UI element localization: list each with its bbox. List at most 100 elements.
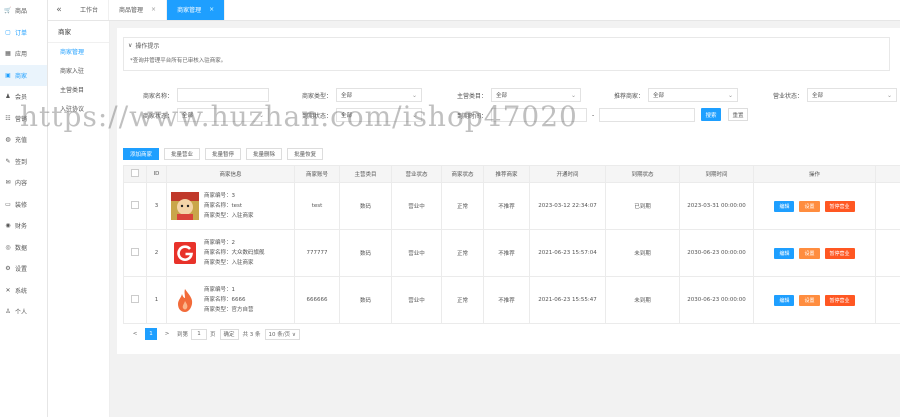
- business-status-select[interactable]: 全部 ⌄: [807, 88, 897, 102]
- merchant-name: 商家名称：6666: [204, 297, 246, 303]
- merchant-table: ID 商家信息 商家账号 主营类目 营业状态 商家状态 推荐商家 开通时间 到期…: [123, 165, 900, 324]
- merchant-status-select[interactable]: 全部 ⌄: [177, 108, 269, 122]
- pause-business-button[interactable]: 暂停营业: [824, 294, 855, 306]
- merchant-no: 商家编号：1: [204, 287, 235, 293]
- nav-item-system[interactable]: ✕ 系统: [0, 280, 47, 302]
- prev-page-icon[interactable]: <: [129, 328, 141, 340]
- tab-goods-manage[interactable]: 商品管理 ×: [109, 0, 168, 20]
- col-id[interactable]: ID: [146, 165, 167, 183]
- merchant-name: 商家名称：test: [204, 203, 243, 209]
- cell-category: 数码: [339, 182, 392, 230]
- per-page-select[interactable]: 10 条/页 ∨: [264, 328, 300, 340]
- edit-button[interactable]: 编辑: [774, 294, 795, 306]
- cell-id: 1: [146, 276, 167, 324]
- merchant-type-select[interactable]: 全部 ⌄: [336, 88, 422, 102]
- close-icon[interactable]: ×: [209, 6, 214, 13]
- sub-item-merchant-join[interactable]: 商家入驻: [48, 62, 109, 81]
- nav-item-data[interactable]: ◎ 数据: [0, 237, 47, 259]
- finance-icon: ◉: [5, 222, 11, 230]
- expire-time-start[interactable]: [491, 108, 587, 122]
- nav-item-goods[interactable]: 🛒 商品: [0, 0, 47, 22]
- row-checkbox[interactable]: [131, 201, 139, 209]
- next-page-icon[interactable]: >: [161, 328, 173, 340]
- tab-merchant-manage[interactable]: 商家管理 ×: [167, 0, 226, 20]
- select-all-checkbox[interactable]: [131, 169, 139, 177]
- settings-button[interactable]: 设置: [799, 294, 820, 306]
- row-checkbox[interactable]: [131, 248, 139, 256]
- nav-label: 会员: [15, 94, 28, 102]
- user-icon: ♟: [5, 93, 11, 101]
- settings-button[interactable]: 设置: [799, 200, 820, 212]
- select-value: 全部: [182, 113, 194, 119]
- edit-button[interactable]: 编辑: [774, 247, 795, 259]
- table-row: 3 商家编号：3 商家名称：test 商家类型：入驻商家 test 数码 营业中…: [123, 182, 900, 230]
- tab-workbench[interactable]: 工作台: [70, 0, 110, 20]
- tips-header[interactable]: ∨ 操作提示: [124, 38, 889, 52]
- cell-recommend: 不推荐: [483, 229, 530, 277]
- cell-info: 商家编号：2 商家名称：大众数码旗舰 商家类型：入驻商家: [166, 229, 295, 277]
- expire-time-end[interactable]: [599, 108, 696, 122]
- nav-item-recharge[interactable]: ◍ 充值: [0, 129, 47, 151]
- batch-delete-button[interactable]: 批量删除: [246, 148, 283, 160]
- nav-item-marketing[interactable]: ☷ 营销: [0, 108, 47, 130]
- nav-item-personal[interactable]: ♙ 个人: [0, 301, 47, 323]
- monitor-icon: ▭: [5, 200, 11, 208]
- marketing-icon: ☷: [5, 114, 11, 122]
- sub-sidebar: 商家 商家管理 商家入驻 主营类目 入驻协议: [48, 21, 110, 417]
- select-value: 全部: [341, 93, 353, 99]
- reset-button[interactable]: 重置: [728, 108, 748, 121]
- cell-info: 商家编号：1 商家名称：6666 商家类型：官方自营: [166, 276, 295, 324]
- nav-label: 商品: [15, 8, 28, 16]
- add-merchant-button[interactable]: 添加商家: [123, 148, 160, 160]
- grid-icon: ▦: [5, 50, 11, 58]
- nav-item-settings[interactable]: ⚙ 设置: [0, 258, 47, 280]
- nav-item-merchant[interactable]: ▣ 商家: [0, 64, 47, 86]
- col-expire-status: 到期状态: [605, 165, 680, 183]
- nav-label: 营销: [15, 115, 28, 123]
- merchant-name: 商家名称：大众数码旗舰: [204, 250, 265, 256]
- nav-item-order[interactable]: ▢ 订单: [0, 22, 47, 44]
- merchant-name-label: 商家名称：: [142, 92, 173, 100]
- pause-business-button[interactable]: 暂停营业: [824, 247, 855, 259]
- col-open-time: 开通时间: [529, 165, 606, 183]
- settings-button[interactable]: 设置: [799, 247, 820, 259]
- nav-label: 系统: [15, 287, 28, 295]
- batch-restore-button[interactable]: 批量恢复: [287, 148, 324, 160]
- main-category-select[interactable]: 全部 ⌄: [491, 88, 581, 102]
- cell-category: 数码: [339, 229, 392, 277]
- nav-item-finance[interactable]: ◉ 财务: [0, 215, 47, 237]
- confirm-page-button[interactable]: 确定: [219, 328, 239, 340]
- collapse-sidebar-icon[interactable]: «: [48, 0, 70, 20]
- search-button[interactable]: 搜索: [701, 108, 721, 121]
- page-1-button[interactable]: 1: [145, 328, 157, 340]
- sub-item-join-agreement[interactable]: 入驻协议: [48, 100, 109, 119]
- cell-recommend: 不推荐: [483, 182, 530, 230]
- order-icon: ▢: [5, 28, 11, 36]
- recommend-select[interactable]: 全部 ⌄: [648, 88, 738, 102]
- nav-item-signin[interactable]: ✎ 签到: [0, 151, 47, 173]
- sub-item-merchant-manage[interactable]: 商家管理: [48, 43, 109, 62]
- sub-item-main-category[interactable]: 主营类目: [48, 81, 109, 100]
- batch-open-button[interactable]: 批量营业: [164, 148, 201, 160]
- chevron-down-icon: ⌄: [727, 92, 733, 99]
- nav-item-decorate[interactable]: ▭ 装修: [0, 194, 47, 216]
- main-category-label: 主营类目：: [456, 92, 487, 100]
- nav-item-content[interactable]: ✉ 内容: [0, 172, 47, 194]
- col-extra: [875, 165, 900, 183]
- merchant-name-input[interactable]: [177, 88, 269, 102]
- cell-business: 营业中: [391, 182, 442, 230]
- goto-label: 到第: [177, 332, 189, 338]
- nav-item-member[interactable]: ♟ 会员: [0, 86, 47, 108]
- page-number-input[interactable]: 1: [191, 328, 208, 340]
- expire-status-select[interactable]: 全部 ⌄: [336, 108, 422, 122]
- table-row: 2 商家编号：2 商家名称：大众数码旗舰 商家类型：入驻商家 777777 数码…: [123, 229, 900, 277]
- nav-label: 充值: [15, 137, 28, 145]
- batch-pause-button[interactable]: 批量暂停: [205, 148, 242, 160]
- pause-business-button[interactable]: 暂停营业: [824, 200, 855, 212]
- close-icon[interactable]: ×: [151, 6, 156, 13]
- cell-info: 商家编号：3 商家名称：test 商家类型：入驻商家: [166, 182, 295, 230]
- nav-item-apps[interactable]: ▦ 应用: [0, 43, 47, 65]
- row-checkbox[interactable]: [131, 295, 139, 303]
- cart-icon: 🛒: [4, 7, 12, 15]
- edit-button[interactable]: 编辑: [774, 200, 795, 212]
